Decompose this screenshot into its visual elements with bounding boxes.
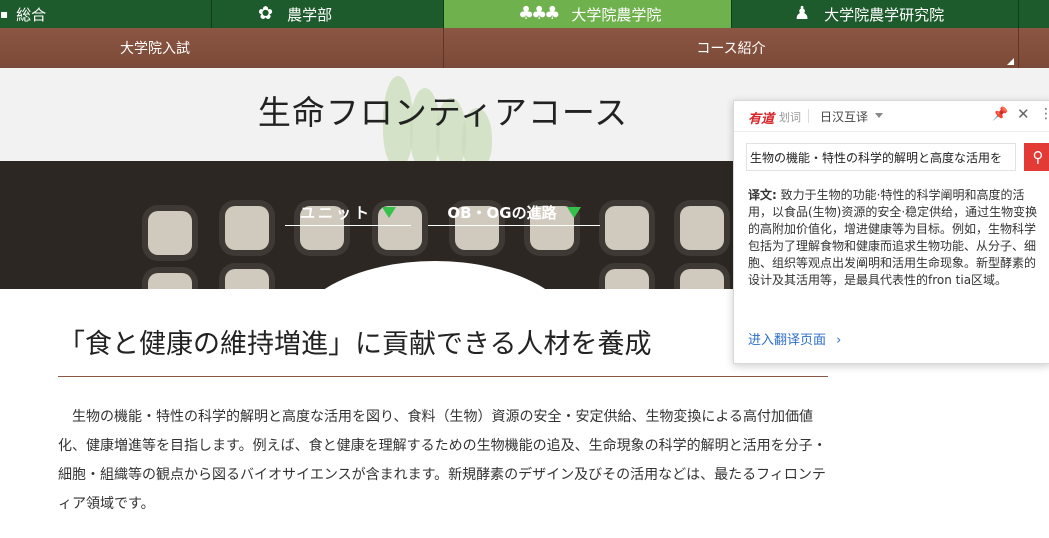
chevron-right-icon: › [836,333,842,348]
logo-subtitle: 划词 [779,111,801,124]
clover-icon: ✿ [258,3,274,24]
photo-detail [225,269,269,289]
divider [58,376,828,377]
translation-label: 译文: [748,188,777,202]
triangle-down-icon [566,206,581,218]
divider [1018,28,1019,68]
person-icon: ♟ [794,3,811,24]
plants-icon: ♣♣♣ [518,3,560,24]
youdao-logo: 有道 [748,112,775,127]
tab-label: 総合 [16,5,47,24]
close-icon[interactable]: ✕ [1017,105,1030,123]
translation-popup: 有道 划词 日汉互译 📌 ✕ ⋮ ⚲ 译文: 致力于生物的功能·特性的科学阐明和… [733,100,1049,364]
translation-body: 致力于生物的功能·特性的科学阐明和高度的活用，以食品(生物)资源的安全·稳定供给… [748,188,1038,287]
open-translation-page-link[interactable]: 进入翻译页面 › [748,329,841,348]
language-mode-select[interactable]: 日汉互译 [820,108,868,125]
corner-triangle-icon [1007,58,1014,65]
tab-research-faculty[interactable]: ♟ 大学院農学研究院 [732,0,1018,28]
divider [808,109,809,123]
top-navigation: ▪ 総合 ✿ 農学部 ♣♣♣ 大学院農学院 ♟ 大学院農学研究院 [0,0,1049,28]
subnav-course-introduction[interactable]: コース紹介 [444,28,1018,68]
sub-navigation: 大学院入試 コース紹介 [0,28,1049,68]
tab-label: 大学院農学研究院 [824,5,945,24]
leaf-icon: ▪ [0,7,9,21]
subnav-label: コース紹介 [696,41,766,57]
tab-graduate-school[interactable]: ♣♣♣ 大学院農学院 [444,0,731,28]
subnav-graduate-admissions[interactable]: 大学院入試 [0,28,310,68]
photo-detail [680,269,724,289]
popup-header: 有道 划词 日汉互译 📌 ✕ ⋮ [734,101,1049,132]
more-icon[interactable]: ⋮ [1039,106,1049,122]
subnav-label: 大学院入試 [120,41,190,57]
search-button[interactable]: ⚲ [1024,143,1049,171]
link-label: ユニット [299,203,372,222]
section-paragraph: 生物の機能・特性の科学的解明と高度な活用を図り、食料（生物）資源の安全・安定供給… [58,409,827,512]
chevron-down-icon[interactable] [875,113,883,118]
tab-faculty-agriculture[interactable]: ✿ 農学部 [212,0,443,28]
white-arc [290,261,580,289]
photo-detail [148,273,192,289]
photo-detail [225,206,269,250]
photo-detail [680,206,724,250]
search-icon: ⚲ [1032,148,1044,166]
translation-text: 译文: 致力于生物的功能·特性的科学阐明和高度的活用，以食品(生物)资源的安全·… [748,187,1044,289]
divider [1018,0,1019,28]
tab-label: 大学院農学院 [571,5,662,24]
link-label: 进入翻译页面 [748,333,827,348]
photo-detail [148,211,192,255]
tab-label: 農学部 [287,5,333,24]
photo-detail [605,269,649,289]
query-input[interactable] [746,143,1016,171]
alumni-career-link[interactable]: OB・OGの進路 [428,199,600,226]
triangle-down-icon [382,206,396,218]
tab-general[interactable]: ▪ 総合 [0,0,211,28]
section-headline: 「食と健康の維持増進」に貢献できる人材を養成 [58,329,652,360]
photo-detail [605,206,649,250]
unit-link[interactable]: ユニット [285,199,411,226]
link-label: OB・OGの進路 [447,203,557,222]
pin-icon[interactable]: 📌 [992,107,1008,122]
